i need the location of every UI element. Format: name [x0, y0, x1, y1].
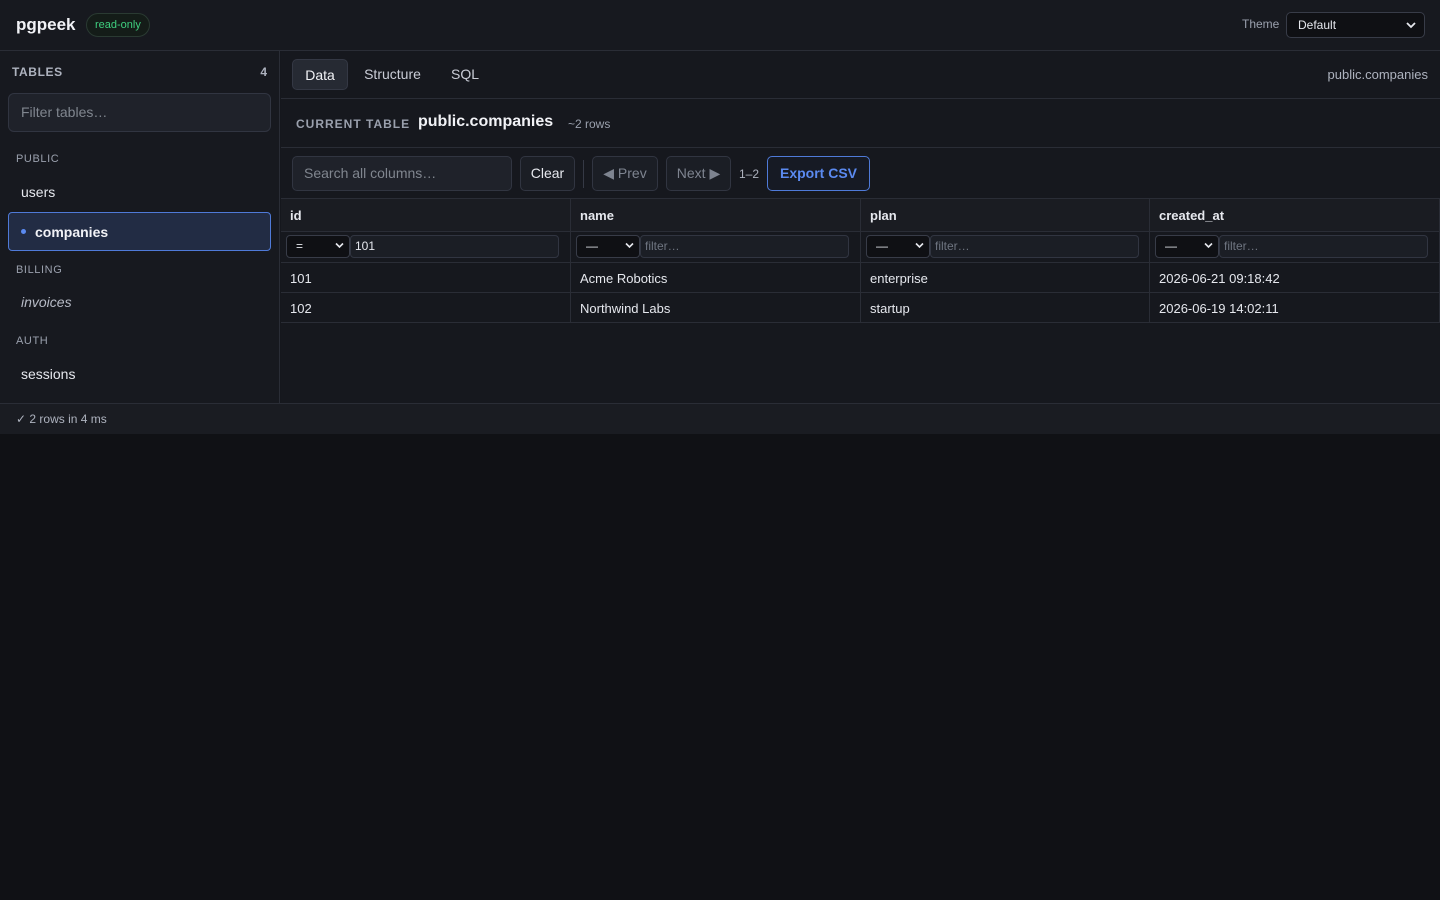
- filter-value-input[interactable]: filter…: [930, 235, 1139, 258]
- column-header-id[interactable]: id: [281, 199, 571, 231]
- page-range: 1–2: [739, 167, 760, 181]
- schema-label-public: PUBLIC: [16, 153, 60, 165]
- tab-bar: Data Structure SQL public.companies: [281, 51, 1440, 99]
- prev-page-button[interactable]: ◀ Prev: [592, 156, 658, 191]
- table-cell[interactable]: 2026-06-19 14:02:11: [1150, 293, 1440, 322]
- tab-sql[interactable]: SQL: [441, 59, 489, 90]
- sidebar: TABLES 4 Filter tables… PUBLIC users com…: [0, 51, 280, 403]
- search-placeholder: Search all columns…: [304, 165, 437, 181]
- table-cell[interactable]: enterprise: [861, 263, 1150, 292]
- sidebar-item-invoices[interactable]: invoices: [21, 294, 72, 310]
- table-cell[interactable]: 2026-06-21 09:18:42: [1150, 263, 1440, 292]
- next-page-button[interactable]: Next ▶: [666, 156, 731, 191]
- filter-value-input[interactable]: 101: [350, 235, 559, 258]
- main-panel: Data Structure SQL public.companies CURR…: [281, 51, 1440, 403]
- table-cell[interactable]: Northwind Labs: [571, 293, 861, 322]
- column-header-name[interactable]: name: [571, 199, 861, 231]
- tables-count: 4: [260, 65, 267, 79]
- tab-data[interactable]: Data: [292, 59, 348, 90]
- chevron-down-icon: [1406, 21, 1416, 29]
- chevron-down-icon: [335, 242, 344, 249]
- current-table-name: public.companies: [418, 113, 554, 130]
- active-dot-icon: [21, 229, 26, 234]
- sidebar-item-companies[interactable]: companies: [8, 212, 271, 251]
- status-bar: ✓ 2 rows in 4 ms: [0, 403, 1440, 434]
- export-csv-button[interactable]: Export CSV: [767, 156, 870, 191]
- app-name: pgpeek: [16, 15, 76, 34]
- filter-value-input[interactable]: filter…: [1219, 235, 1428, 258]
- clear-button[interactable]: Clear: [520, 156, 575, 191]
- table-row[interactable]: 101 Acme Robotics enterprise 2026-06-21 …: [281, 263, 1440, 293]
- theme-select[interactable]: Default: [1286, 12, 1425, 38]
- table-cell[interactable]: 101: [281, 263, 571, 292]
- top-bar: pgpeek read-only Theme Default: [0, 0, 1440, 51]
- filter-operator-select[interactable]: —: [1155, 235, 1219, 258]
- filter-operator-select[interactable]: —: [866, 235, 930, 258]
- breadcrumb: public.companies: [1327, 67, 1428, 82]
- chevron-down-icon: [625, 242, 634, 249]
- filter-tables-input[interactable]: Filter tables…: [8, 93, 271, 132]
- tab-structure[interactable]: Structure: [356, 59, 429, 90]
- current-table-bar: CURRENT TABLE public.companies ~2 rows: [281, 99, 1440, 148]
- read-only-badge: read-only: [86, 13, 150, 37]
- theme-select-value: Default: [1298, 18, 1337, 32]
- table-cell[interactable]: Acme Robotics: [571, 263, 861, 292]
- sidebar-item-label: companies: [35, 224, 109, 240]
- tables-heading: TABLES: [12, 65, 63, 79]
- current-table-label: CURRENT TABLE: [296, 117, 411, 131]
- filter-cell-plan: — filter…: [861, 232, 1150, 262]
- app-window: pgpeek read-only Theme Default TABLES 4 …: [0, 0, 1440, 434]
- filter-cell-name: — filter…: [571, 232, 861, 262]
- filter-value-input[interactable]: filter…: [640, 235, 849, 258]
- column-header-plan[interactable]: plan: [861, 199, 1150, 231]
- status-text: ✓ 2 rows in 4 ms: [16, 412, 107, 426]
- grid-header-row: id name plan created_at: [281, 199, 1440, 232]
- sidebar-item-users[interactable]: users: [21, 184, 55, 200]
- filter-operator-select[interactable]: =: [286, 235, 350, 258]
- chevron-down-icon: [1204, 242, 1213, 249]
- column-header-created-at[interactable]: created_at: [1150, 199, 1440, 231]
- data-grid: id name plan created_at = 101 — filter… …: [281, 199, 1440, 323]
- data-toolbar: Search all columns… Clear ◀ Prev Next ▶ …: [281, 148, 1440, 199]
- theme-label: Theme: [1242, 17, 1280, 31]
- table-row[interactable]: 102 Northwind Labs startup 2026-06-19 14…: [281, 293, 1440, 323]
- schema-label-billing: BILLING: [16, 264, 63, 276]
- chevron-down-icon: [915, 242, 924, 249]
- sidebar-item-sessions[interactable]: sessions: [21, 366, 75, 382]
- table-cell[interactable]: startup: [861, 293, 1150, 322]
- row-estimate: ~2 rows: [568, 117, 611, 131]
- filter-tables-placeholder: Filter tables…: [21, 104, 108, 120]
- filter-cell-created-at: — filter…: [1150, 232, 1440, 262]
- schema-label-auth: AUTH: [16, 335, 49, 347]
- table-cell[interactable]: 102: [281, 293, 571, 322]
- search-input[interactable]: Search all columns…: [292, 156, 512, 191]
- toolbar-divider: [583, 160, 584, 188]
- grid-filter-row: = 101 — filter… — filter… — filter…: [281, 232, 1440, 263]
- filter-cell-id: = 101: [281, 232, 571, 262]
- filter-operator-select[interactable]: —: [576, 235, 640, 258]
